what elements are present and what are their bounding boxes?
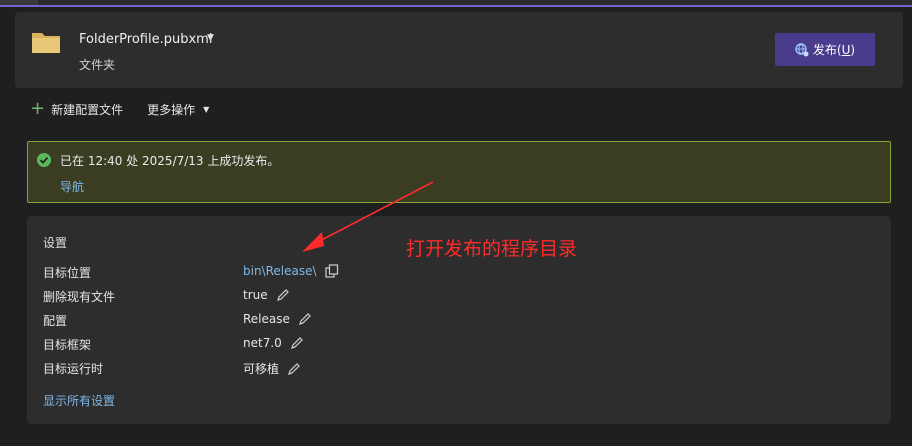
pencil-icon[interactable] (298, 312, 312, 326)
check-circle-icon (37, 153, 51, 167)
new-profile-button[interactable]: + 新建配置文件 (30, 98, 124, 119)
profile-toolbar: + 新建配置文件 更多操作 ▼ (30, 99, 209, 119)
publish-globe-icon (795, 42, 809, 56)
setting-value-delete-existing: true (243, 288, 290, 302)
configuration-value: Release (243, 312, 290, 326)
new-profile-label: 新建配置文件 (51, 102, 124, 117)
navigate-link[interactable]: 导航 (60, 178, 84, 195)
accent-bar (0, 5, 912, 7)
plus-icon: + (30, 98, 46, 119)
chevron-down-icon: ▼ (203, 104, 210, 114)
window-top-strip (0, 0, 912, 7)
setting-label-target-runtime: 目标运行时 (43, 362, 104, 376)
profile-type: 文件夹 (79, 58, 116, 72)
setting-value-target-location: bin\Release\ (243, 264, 339, 278)
setting-value-configuration: Release (243, 312, 312, 326)
target-runtime-value: 可移植 (243, 362, 280, 376)
publish-success-banner: 已在 12:40 处 2025/7/13 上成功发布。 导航 (27, 141, 891, 203)
success-message: 已在 12:40 处 2025/7/13 上成功发布。 (60, 154, 280, 168)
delete-existing-value: true (243, 288, 268, 302)
setting-value-target-runtime: 可移植 (243, 360, 301, 377)
target-location-link[interactable]: bin\Release\ (243, 264, 317, 278)
setting-value-target-framework: net7.0 (243, 336, 304, 350)
publish-label: 发布(U) (812, 43, 856, 57)
settings-title: 设置 (43, 236, 68, 250)
profile-header-card: FolderProfile.pubxml ▼ 文件夹 发布(U) (15, 12, 903, 88)
target-framework-value: net7.0 (243, 336, 282, 350)
profile-name[interactable]: FolderProfile.pubxml (79, 32, 212, 47)
pencil-icon[interactable] (276, 288, 290, 302)
annotation-text: 打开发布的程序目录 (406, 238, 578, 260)
more-actions-label: 更多操作 (147, 102, 196, 117)
publish-button[interactable]: 发布(U) (775, 33, 875, 66)
pencil-icon[interactable] (290, 336, 304, 350)
setting-label-configuration: 配置 (43, 314, 68, 328)
folder-icon (32, 33, 60, 53)
setting-label-target-location: 目标位置 (43, 266, 92, 280)
profile-dropdown-caret-icon[interactable]: ▼ (207, 33, 214, 43)
setting-label-delete-existing: 删除现有文件 (43, 290, 116, 304)
setting-label-target-framework: 目标框架 (43, 338, 92, 352)
more-actions-button[interactable]: 更多操作 ▼ (147, 101, 209, 118)
copy-icon[interactable] (324, 264, 339, 278)
pencil-icon[interactable] (287, 362, 301, 376)
show-all-settings-link[interactable]: 显示所有设置 (43, 392, 115, 409)
